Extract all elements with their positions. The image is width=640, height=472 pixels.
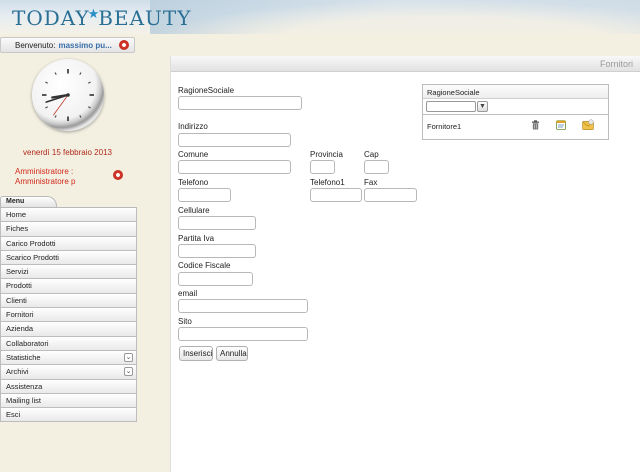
grid-cell-ragione-sociale[interactable]: Fornitore1: [427, 122, 461, 131]
sidebar-item-servizi[interactable]: Servizi: [0, 265, 137, 280]
sito-input[interactable]: [178, 327, 308, 341]
edit-icon[interactable]: [556, 120, 566, 130]
app-logo: TODAY★BEAUTY: [12, 6, 192, 30]
sidebar-item-label: Statistiche: [6, 352, 41, 362]
suppliers-grid: RagioneSociale ▼ Fornitore1: [422, 84, 609, 140]
user-name[interactable]: massimo pu...: [58, 41, 111, 50]
clock-center: [66, 93, 70, 97]
sidebar-item-label: Azienda: [6, 324, 34, 334]
fax-label: Fax: [364, 178, 378, 187]
ragione-sociale-label: RagioneSociale: [178, 86, 235, 95]
sidebar-item-label: Home: [6, 210, 27, 219]
sidebar-item-assistenza[interactable]: Assistenza: [0, 379, 137, 394]
sito-label: Sito: [178, 317, 192, 326]
sidebar-item-azienda[interactable]: Azienda: [0, 322, 137, 337]
header-banner: TODAY★BEAUTY: [0, 0, 640, 34]
indirizzo-input[interactable]: [178, 133, 291, 147]
grid-filter-row: ▼: [423, 99, 608, 115]
partita-iva-input[interactable]: [178, 244, 256, 258]
fax-input[interactable]: [364, 188, 417, 202]
filter-icon[interactable]: ▼: [477, 101, 488, 112]
clock-tick: [54, 115, 57, 118]
role-line-2: Amministratore p: [15, 177, 76, 186]
cellulare-label: Cellulare: [178, 206, 210, 215]
provincia-input[interactable]: [310, 160, 335, 174]
trash-icon[interactable]: [531, 120, 540, 130]
analog-clock: [32, 59, 104, 131]
clock-tick: [88, 106, 91, 109]
sidebar-item-label: Fornitori: [6, 310, 34, 320]
sidebar-item-statistiche[interactable]: Statistiche ⌄: [0, 350, 137, 366]
chevron-down-icon[interactable]: ⌄: [124, 367, 133, 377]
sidebar-item-mailing-list[interactable]: Mailing list: [0, 393, 137, 409]
cap-label: Cap: [364, 150, 379, 159]
sidebar-item-label: Servizi: [6, 267, 29, 277]
sidebar-item-label: Scarico Prodotti: [6, 252, 59, 262]
chevron-down-icon[interactable]: ⌄: [124, 352, 133, 362]
welcome-label: Benvenuto:: [15, 40, 56, 50]
sidebar-item-label: Carico Prodotti: [6, 238, 56, 248]
sidebar-item-carico-prodotti[interactable]: Carico Prodotti: [0, 236, 137, 251]
sidebar-item-label: Esci: [6, 410, 21, 420]
sidebar-item-collaboratori[interactable]: Collaboratori: [0, 336, 137, 351]
telefono1-input[interactable]: [310, 188, 362, 202]
email-input[interactable]: [178, 299, 308, 313]
cap-input[interactable]: [364, 160, 389, 174]
sidebar-item-prodotti[interactable]: Prodotti: [0, 279, 137, 294]
cellulare-input[interactable]: [178, 216, 256, 230]
email-icon[interactable]: [582, 119, 594, 131]
panel-title-bar: Fornitori: [171, 56, 640, 72]
sidebar-item-fiches[interactable]: Fiches: [0, 222, 137, 237]
comune-input[interactable]: [178, 160, 291, 174]
insert-button[interactable]: Inserisci: [179, 346, 213, 361]
indirizzo-label: Indirizzo: [178, 122, 208, 131]
role-line-1: Amministratore :: [15, 167, 74, 176]
current-date: venerdì 15 febbraio 2013: [23, 148, 112, 157]
codice-fiscale-input[interactable]: [178, 272, 253, 286]
clock-tick: [45, 106, 48, 109]
sidebar-item-label: Mailing list: [6, 395, 42, 405]
codice-fiscale-label: Codice Fiscale: [178, 261, 231, 270]
sidebar-item-clienti[interactable]: Clienti: [0, 293, 137, 309]
clock-tick: [88, 81, 91, 84]
partita-iva-label: Partita Iva: [178, 234, 215, 243]
clock-tick: [54, 72, 57, 75]
sidebar-item-label: Collaboratori: [6, 338, 49, 348]
comune-label: Comune: [178, 150, 209, 159]
table-row[interactable]: Fornitore1: [423, 115, 608, 137]
cancel-button[interactable]: Annulla: [216, 346, 248, 361]
sidebar-item-label: Assistenza: [6, 381, 43, 391]
telefono1-label: Telefono1: [310, 178, 345, 187]
main-panel: Fornitori RagioneSociale Indirizzo Comun…: [170, 56, 640, 472]
sidebar-item-label: Prodotti: [6, 281, 32, 291]
clock-face: [42, 69, 94, 121]
sidebar-item-label: Fiches: [6, 224, 29, 234]
clock-tick: [45, 81, 48, 84]
sidebar-item-label: Archivi: [6, 367, 29, 377]
grid-filter-input[interactable]: [426, 101, 476, 112]
clock-tick: [79, 72, 82, 75]
sidebar-item-scarico-prodotti[interactable]: Scarico Prodotti: [0, 250, 137, 266]
sidebar-item-label: Clienti: [6, 295, 27, 305]
provincia-label: Provincia: [310, 150, 343, 159]
welcome-bar: Benvenuto: massimo pu...: [0, 37, 135, 53]
telefono-input[interactable]: [178, 188, 231, 202]
sidebar-item-archivi[interactable]: Archivi ⌄: [0, 365, 137, 380]
sidebar-item-esci[interactable]: Esci: [0, 408, 137, 423]
ragione-sociale-input[interactable]: [178, 96, 302, 110]
telefono-label: Telefono: [178, 178, 209, 187]
clock-tick: [79, 115, 82, 118]
admin-logout-icon[interactable]: [113, 170, 123, 180]
sidebar-item-home[interactable]: Home: [0, 208, 137, 223]
star-icon: ★: [87, 7, 101, 22]
page-title: Fornitori: [599, 59, 633, 69]
sidebar-menu: Home Fiches Carico Prodotti Scarico Prodott…: [0, 207, 137, 423]
grid-column-header[interactable]: RagioneSociale: [423, 85, 608, 99]
role-info: Amministratore : Amministratore p: [15, 167, 75, 187]
sidebar-item-fornitori[interactable]: Fornitori: [0, 308, 137, 323]
logout-icon[interactable]: [118, 40, 129, 50]
email-label: email: [178, 289, 198, 298]
header-decoration: [150, 0, 640, 34]
